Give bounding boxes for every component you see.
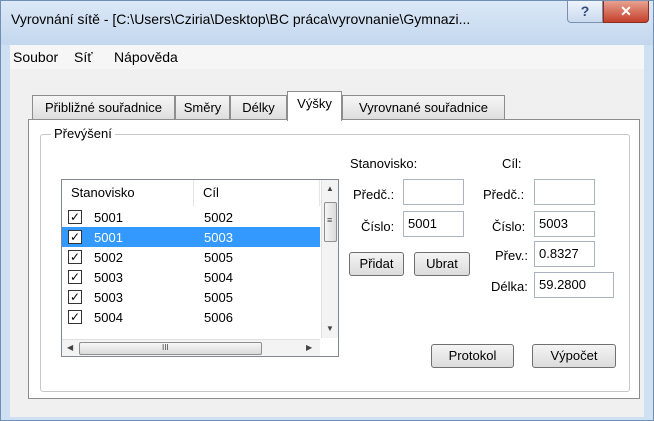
cil-cislo-label: Číslo: [492, 219, 526, 234]
scroll-right-icon[interactable]: ▶ [306, 343, 312, 352]
scroll-down-icon[interactable]: ▼ [326, 324, 334, 333]
list-item[interactable]: ✓ 5003 5005 [62, 287, 320, 307]
stanovisko-header: Stanovisko: [350, 156, 418, 171]
row-checkbox[interactable]: ✓ [68, 310, 82, 324]
column-header-stanovisko[interactable]: Stanovisko [62, 180, 194, 206]
help-button[interactable]: ? [567, 1, 603, 23]
stanovisko-cislo-input[interactable]: 5001 [403, 211, 464, 237]
cell-cil: 5002 [204, 210, 233, 225]
scroll-up-icon[interactable]: ▲ [326, 184, 334, 193]
check-icon: ✓ [69, 310, 81, 324]
cell-stanovisko: 5003 [94, 270, 123, 285]
check-icon: ✓ [69, 290, 81, 304]
check-icon: ✓ [69, 270, 81, 284]
scroll-left-icon[interactable]: ◀ [67, 343, 73, 352]
tab-strip: Přibližné souřadnice Směry Délky Výšky V… [10, 69, 644, 125]
group-title: Převýšení [51, 126, 115, 141]
cell-cil: 5006 [204, 310, 233, 325]
tab-vysky[interactable]: Výšky [287, 91, 342, 121]
list-item[interactable]: ✓ 5001 5003 [62, 227, 320, 247]
client-area: Přibližné souřadnice Směry Délky Výšky V… [10, 69, 644, 409]
stanovisko-predc-label: Předč.: [353, 187, 395, 202]
check-icon: ✓ [69, 230, 81, 244]
ubrat-button[interactable]: Ubrat [414, 252, 470, 276]
pridat-button[interactable]: Přidat [349, 252, 404, 276]
height-differences-list[interactable]: Stanovisko Cíl ✓ 5001 5002 ✓ 5001 5003 ✓ 5002 50… [61, 179, 339, 357]
menu-sit[interactable]: Síť [74, 49, 92, 65]
window-title: Vyrovnání sítě - [C:\Users\Cziria\Deskto… [11, 11, 471, 27]
close-button[interactable]: ✕ [603, 1, 649, 23]
column-header-cil[interactable]: Cíl [194, 180, 320, 206]
cell-stanovisko: 5001 [94, 210, 123, 225]
grip-icon: ≡ [327, 215, 333, 225]
cell-cil: 5005 [204, 250, 233, 265]
tab-vyrovnane-souradnice[interactable]: Vyrovnané souřadnice [342, 95, 505, 119]
cell-cil: 5004 [204, 270, 233, 285]
row-checkbox[interactable]: ✓ [68, 250, 82, 264]
cell-stanovisko: 5004 [94, 310, 123, 325]
question-icon: ? [580, 3, 590, 19]
menu-soubor[interactable]: Soubor [13, 49, 58, 65]
vertical-scroll-thumb[interactable]: ≡ [324, 202, 337, 242]
vertical-scrollbar[interactable]: ▲ ≡ ▼ [321, 180, 338, 338]
cil-header: Cíl: [502, 156, 522, 171]
cil-prev-label: Přev.: [495, 248, 528, 263]
close-icon: ✕ [620, 3, 632, 19]
cell-cil: 5003 [204, 230, 233, 245]
list-item[interactable]: ✓ 5002 5005 [62, 247, 320, 267]
list-item[interactable]: ✓ 5003 5004 [62, 267, 320, 287]
cell-cil: 5005 [204, 290, 233, 305]
cil-predc-label: Předč.: [483, 187, 525, 202]
horizontal-scroll-thumb[interactable]: III [79, 342, 262, 355]
check-icon: ✓ [69, 210, 81, 224]
cil-prev-input[interactable]: 0.8327 [534, 241, 595, 267]
group-prevyseni: Převýšení Stanovisko Cíl ✓ 5001 5002 ✓ 5001 5… [40, 126, 630, 392]
cell-stanovisko: 5001 [94, 230, 123, 245]
status-bar [10, 409, 644, 417]
cil-delka-input[interactable]: 59.2800 [534, 272, 614, 298]
tab-priblizne-souradnice[interactable]: Přibližné souřadnice [32, 95, 175, 119]
application-window: Vyrovnání sítě - [C:\Users\Cziria\Deskto… [0, 0, 654, 421]
stanovisko-cislo-label: Číslo: [361, 219, 395, 234]
title-bar[interactable]: Vyrovnání sítě - [C:\Users\Cziria\Deskto… [1, 1, 653, 45]
tab-smery[interactable]: Směry [175, 95, 230, 119]
list-item[interactable]: ✓ 5004 5006 [62, 307, 320, 327]
row-checkbox[interactable]: ✓ [68, 210, 82, 224]
cil-delka-label: Délka: [491, 279, 528, 294]
menu-bar: Soubor Síť Nápověda [10, 45, 644, 70]
vypocet-button[interactable]: Výpočet [532, 344, 616, 368]
tab-delky[interactable]: Délky [230, 95, 287, 119]
cell-stanovisko: 5003 [94, 290, 123, 305]
check-icon: ✓ [69, 250, 81, 264]
cil-cislo-input[interactable]: 5003 [534, 211, 595, 237]
row-checkbox[interactable]: ✓ [68, 270, 82, 284]
protokol-button[interactable]: Protokol [431, 344, 514, 368]
row-checkbox[interactable]: ✓ [68, 290, 82, 304]
cil-predc-input[interactable] [534, 179, 595, 205]
list-item[interactable]: ✓ 5001 5002 [62, 207, 320, 227]
tab-panel-vysky: Převýšení Stanovisko Cíl ✓ 5001 5002 ✓ 5001 5… [28, 119, 640, 399]
menu-napoveda[interactable]: Nápověda [114, 49, 178, 65]
row-checkbox[interactable]: ✓ [68, 230, 82, 244]
grip-icon: III [162, 343, 169, 352]
cell-stanovisko: 5002 [94, 250, 123, 265]
horizontal-scrollbar[interactable]: ◀ III ▶ [62, 339, 320, 356]
stanovisko-predc-input[interactable] [403, 179, 464, 205]
